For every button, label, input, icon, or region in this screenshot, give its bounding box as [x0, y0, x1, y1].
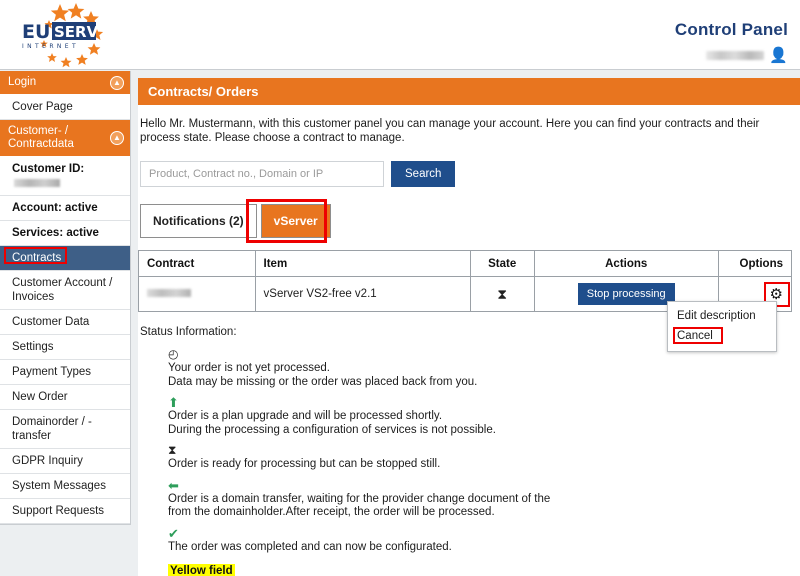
menu-item-cancel[interactable]: Cancel [668, 326, 776, 346]
sidebar-item-support-requests[interactable]: Support Requests [0, 499, 130, 524]
sidebar-item-label: Contracts [12, 252, 62, 264]
main-content: Contracts/ Orders Hello Mr. Mustermann, … [138, 78, 800, 576]
sidebar-item-label: Payment Types [12, 366, 92, 378]
top-header: EU SERV INTERNET Control Panel 👤 [0, 0, 800, 70]
cell-contract-number [138, 276, 256, 312]
status-line: During the processing a configuration of… [168, 423, 496, 436]
sidebar-item-label: Account: active [12, 202, 98, 214]
cell-state: ⧗ [469, 276, 535, 312]
menu-item-label: Edit description [677, 310, 756, 322]
svg-text:EU: EU [22, 21, 50, 43]
sidebar: Login ▲ Cover Page Customer- / Contractd… [0, 71, 131, 525]
svg-text:INTERNET: INTERNET [22, 43, 79, 50]
status-line: Data may be missing or the order was pla… [168, 375, 478, 388]
status-entry-domain-transfer: ⬅ Order is a domain transfer, waiting fo… [168, 479, 800, 520]
sidebar-item-label: Support Requests [12, 505, 105, 517]
hourglass-icon: ⧗ [168, 443, 177, 457]
sidebar-item-new-order[interactable]: New Order [0, 385, 130, 410]
arrow-up-icon: ⬆ [168, 395, 179, 410]
page-title: Control Panel [674, 20, 788, 39]
status-legend: ◴ Your order is not yet processed. Data … [168, 348, 800, 576]
tab-vserver[interactable]: vServer [260, 204, 331, 238]
sidebar-item-label: Customer ID: [12, 163, 85, 175]
status-entry-ready-for-processing: ⧗ Order is ready for processing but can … [168, 444, 800, 472]
status-entry-completed: ✔ The order was completed and can now be… [168, 527, 800, 555]
status-line: Order is a plan upgrade and will be proc… [168, 410, 443, 422]
user-account[interactable]: 👤 [706, 48, 788, 63]
menu-item-edit-description[interactable]: Edit description [668, 306, 776, 326]
column-header-state: State [469, 250, 535, 277]
user-account-icon[interactable]: 👤 [769, 48, 788, 63]
sidebar-item-contracts[interactable]: Contracts [0, 246, 130, 271]
status-line: Order is ready for processing but can be… [168, 458, 441, 470]
username-redacted [706, 51, 765, 60]
status-badge: Yellow field [168, 564, 235, 576]
collapse-up-icon[interactable]: ▲ [110, 75, 124, 90]
sidebar-item-label: Domainorder / -transfer [12, 416, 92, 442]
status-line: from the domainholder.After receipt, the… [168, 506, 495, 518]
status-entry-plan-upgrade: ⬆ Order is a plan upgrade and will be pr… [168, 396, 800, 437]
svg-text:SERV: SERV [54, 23, 99, 41]
tab-bar: Notifications (2) vServer [140, 199, 800, 243]
search-button[interactable]: Search [391, 161, 456, 187]
sidebar-item-label: Settings [12, 341, 54, 353]
cell-item-name: vServer VS2-free v2.1 [254, 276, 471, 312]
sidebar-item-label: Customer Account / Invoices [12, 277, 113, 303]
search-input[interactable] [140, 161, 384, 187]
sidebar-item-label: Customer Data [12, 316, 90, 328]
sidebar-item-cover-page[interactable]: Cover Page [0, 95, 130, 120]
intro-text: Hello Mr. Mustermann, with this customer… [140, 118, 760, 144]
status-line: Your order is not yet processed. [168, 362, 330, 374]
sidebar-item-label: System Messages [12, 480, 106, 492]
stop-processing-button[interactable]: Stop processing [577, 283, 675, 305]
sidebar-group-label: Customer- / Contractdata [8, 125, 74, 150]
sidebar-item-payment-types[interactable]: Payment Types [0, 360, 130, 385]
sidebar-group-customer-contractdata[interactable]: Customer- / Contractdata ▲ [0, 120, 130, 157]
column-header-contract: Contract [138, 250, 256, 277]
options-context-menu: Edit description Cancel [667, 301, 777, 352]
sidebar-item-customer-id: Customer ID: [0, 157, 130, 196]
sidebar-item-label: New Order [12, 391, 68, 403]
column-header-options: Options [717, 250, 793, 277]
options-gear-wrapper[interactable]: ⚙ [763, 281, 790, 307]
sidebar-item-system-messages[interactable]: System Messages [0, 474, 130, 499]
status-line: The order was completed and can now be c… [168, 540, 452, 553]
sidebar-item-customer-account-invoices[interactable]: Customer Account / Invoices [0, 271, 130, 310]
collapse-up-icon[interactable]: ▲ [110, 131, 124, 145]
sidebar-item-gdpr-inquiry[interactable]: GDPR Inquiry [0, 449, 130, 474]
table-header-row: Contract Item State Actions Options [138, 250, 793, 277]
status-entry-yellow-field: Yellow field There are upcoming Todo's f… [168, 561, 800, 576]
column-header-actions: Actions [533, 250, 719, 277]
arrow-left-icon: ⬅ [168, 477, 179, 493]
gear-icon[interactable]: ⚙ [770, 286, 783, 303]
status-line: Order is a domain transfer, waiting for … [168, 492, 551, 505]
sidebar-item-label: Services: active [12, 227, 99, 239]
customer-id-redacted [14, 178, 60, 187]
checkmark-icon: ✔ [168, 525, 179, 541]
sidebar-item-label: GDPR Inquiry [12, 455, 83, 467]
content-title: Contracts/ Orders [138, 78, 800, 105]
column-header-item: Item [254, 250, 471, 277]
sidebar-item-label: Cover Page [12, 101, 73, 113]
contract-number-redacted [147, 289, 191, 297]
menu-item-label: Cancel [677, 330, 713, 342]
hourglass-icon: ⧗ [497, 285, 508, 302]
tab-notifications[interactable]: Notifications (2) [140, 204, 257, 238]
sidebar-item-customer-data[interactable]: Customer Data [0, 310, 130, 335]
sidebar-group-login[interactable]: Login ▲ [0, 71, 130, 95]
status-entry-not-processed: ◴ Your order is not yet processed. Data … [168, 348, 800, 389]
sidebar-item-account-status: Account: active [0, 196, 130, 221]
sidebar-item-services-status: Services: active [0, 221, 130, 246]
sidebar-item-domainorder-transfer[interactable]: Domainorder / -transfer [0, 410, 130, 449]
search-bar: Search [140, 161, 800, 187]
sidebar-group-label: Login [8, 76, 37, 88]
app-root: EU SERV INTERNET Control Panel 👤 Login ▲… [0, 0, 800, 576]
sidebar-item-settings[interactable]: Settings [0, 335, 130, 360]
euserv-logo[interactable]: EU SERV INTERNET [8, 2, 128, 68]
